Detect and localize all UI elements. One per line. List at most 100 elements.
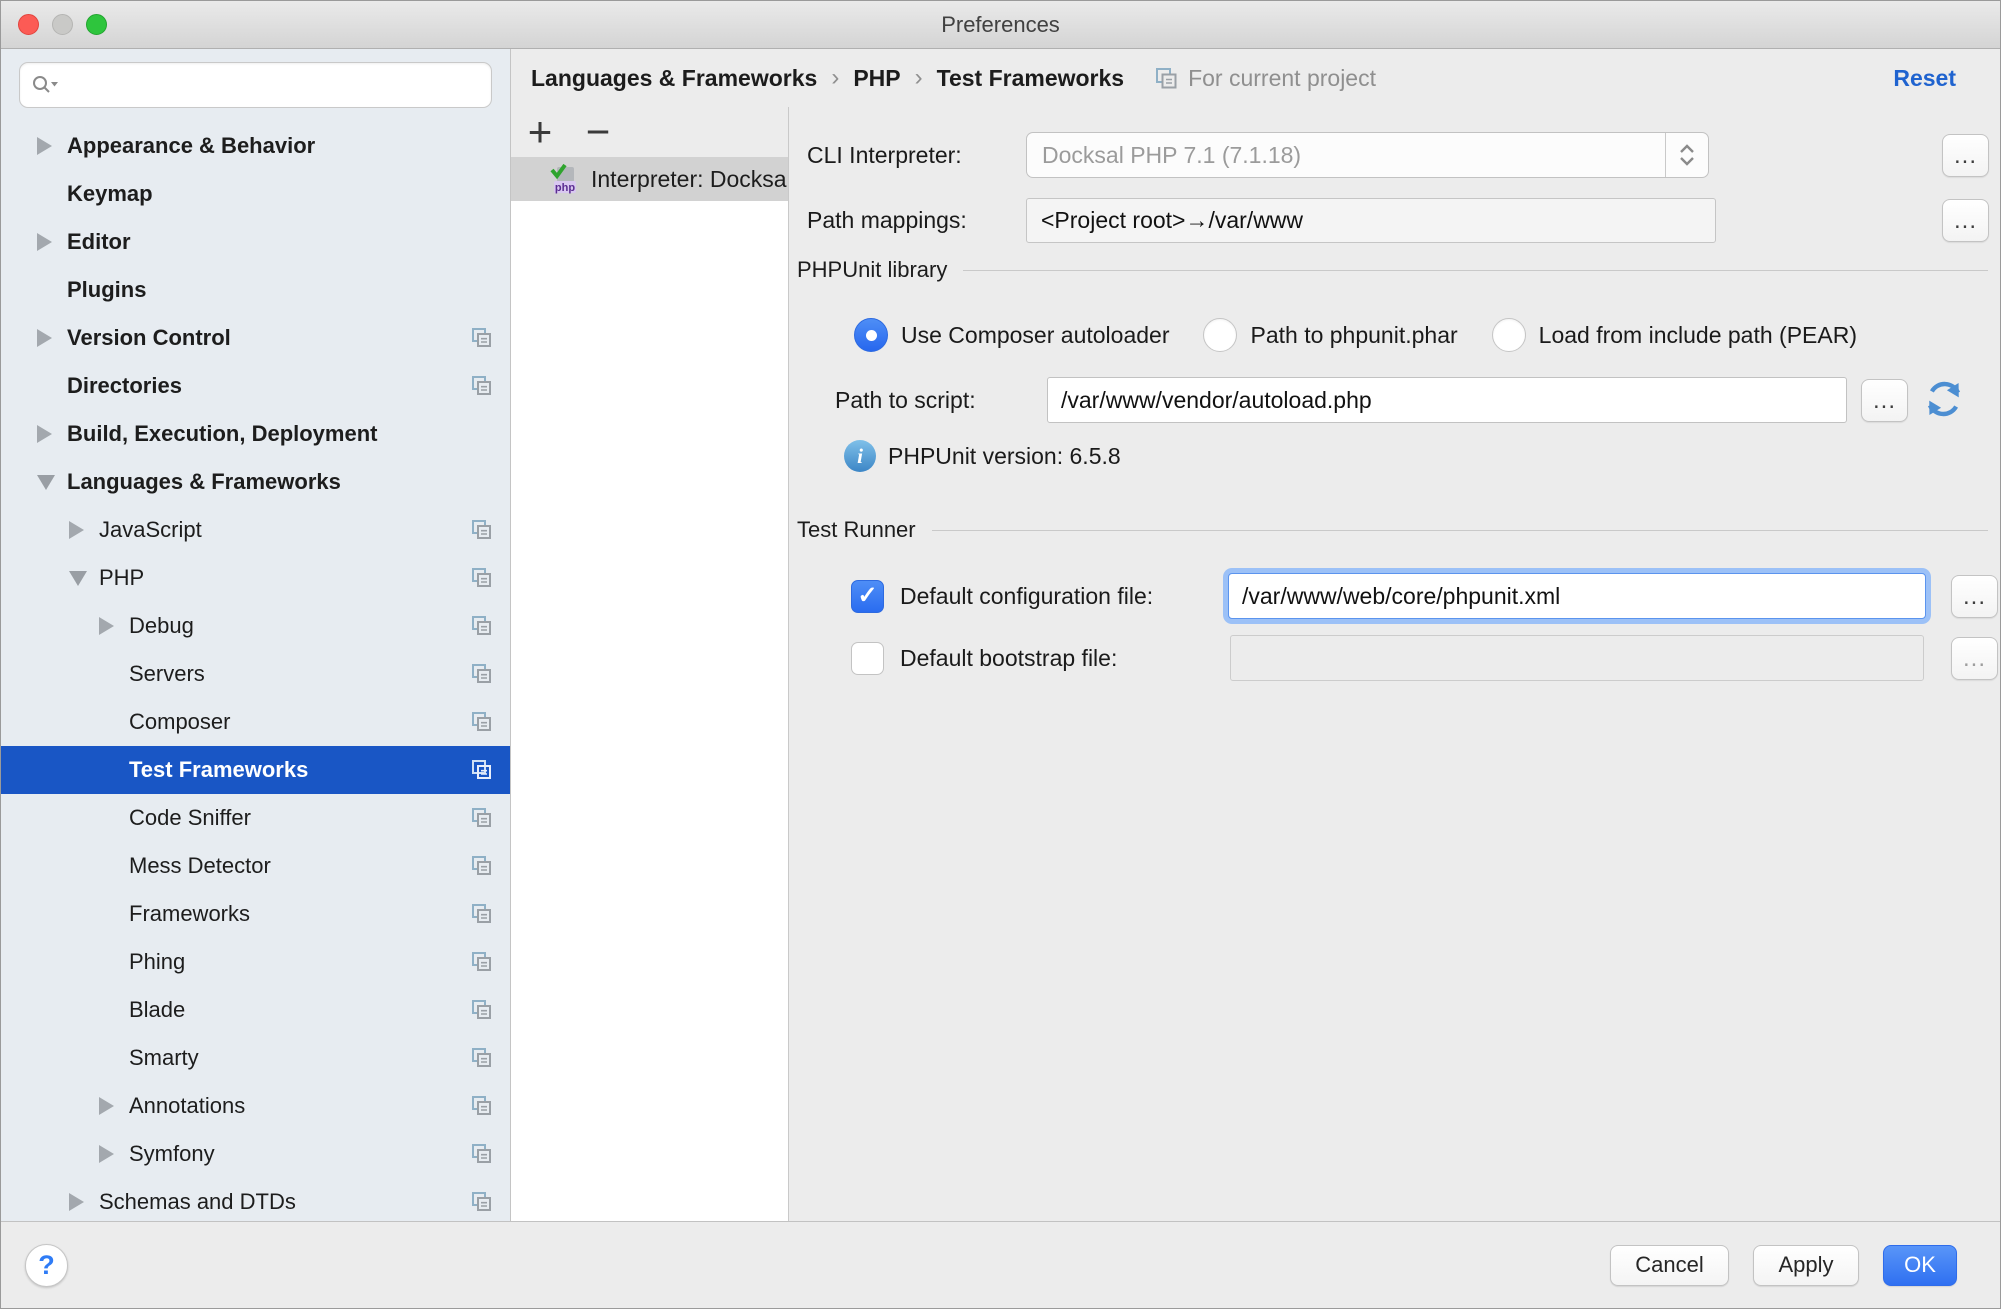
reset-link[interactable]: Reset — [1893, 65, 1956, 92]
settings-tree: Appearance & Behavior Keymap Editor Plugins… — [1, 122, 510, 1221]
project-scope-label: For current project — [1188, 65, 1376, 92]
apply-button[interactable]: Apply — [1753, 1245, 1859, 1286]
interpreter-list-item[interactable]: php Interpreter: Docksal PHP 7.1 — [511, 157, 788, 201]
preferences-window: Preferences Appearance & Behavior Keymap E… — [0, 0, 2001, 1309]
chevron-right-icon[interactable] — [37, 233, 67, 251]
sidebar-item-composer[interactable]: Composer — [1, 698, 510, 746]
default-configuration-browse-button[interactable]: ... — [1951, 575, 1998, 618]
sidebar-item-blade[interactable]: Blade — [1, 986, 510, 1034]
breadcrumb-test-frameworks[interactable]: Test Frameworks — [937, 65, 1124, 92]
default-configuration-input[interactable] — [1228, 573, 1926, 619]
remove-interpreter-button[interactable]: − — [583, 112, 613, 152]
radio-option-load-from-include-path-pear[interactable]: Load from include path (PEAR) — [1492, 318, 1857, 352]
chevron-right-icon[interactable] — [99, 617, 129, 635]
chevron-right-icon[interactable] — [69, 1193, 99, 1211]
project-level-icon — [470, 1094, 494, 1118]
sidebar-item-label: PHP — [99, 565, 144, 591]
chevron-down-icon[interactable] — [37, 475, 67, 490]
path-to-script-input[interactable] — [1047, 377, 1847, 423]
radio-option-use-composer-autoloader[interactable]: Use Composer autoloader — [854, 318, 1169, 352]
close-button[interactable] — [18, 14, 39, 35]
project-level-icon — [470, 806, 494, 830]
sidebar-item-label: Appearance & Behavior — [67, 133, 315, 159]
cli-interpreter-select[interactable]: Docksal PHP 7.1 (7.1.18) — [1026, 132, 1709, 178]
chevron-right-icon[interactable] — [69, 521, 99, 539]
sidebar-item-label: Editor — [67, 229, 131, 255]
ok-button[interactable]: OK — [1883, 1245, 1957, 1286]
sidebar-item-build-execution-deployment[interactable]: Build, Execution, Deployment — [1, 410, 510, 458]
radio-label: Path to phpunit.phar — [1250, 322, 1457, 349]
breadcrumb-languages-frameworks[interactable]: Languages & Frameworks — [531, 65, 817, 92]
project-level-icon — [470, 1142, 494, 1166]
radio-option-path-to-phpunit-phar[interactable]: Path to phpunit.phar — [1203, 318, 1457, 352]
sidebar-item-schemas-and-dtds[interactable]: Schemas and DTDs — [1, 1178, 510, 1221]
default-bootstrap-input[interactable] — [1230, 635, 1924, 681]
default-bootstrap-browse-button[interactable]: ... — [1951, 637, 1998, 680]
sidebar-item-code-sniffer[interactable]: Code Sniffer — [1, 794, 510, 842]
sidebar-item-symfony[interactable]: Symfony — [1, 1130, 510, 1178]
sidebar-item-appearance-behavior[interactable]: Appearance & Behavior — [1, 122, 510, 170]
minimize-button[interactable] — [52, 14, 73, 35]
search-box[interactable] — [19, 62, 492, 108]
sidebar-item-annotations[interactable]: Annotations — [1, 1082, 510, 1130]
radio-label: Load from include path (PEAR) — [1539, 322, 1857, 349]
cli-interpreter-stepper[interactable] — [1665, 133, 1708, 177]
sidebar-item-label: Annotations — [129, 1093, 245, 1119]
add-interpreter-button[interactable]: + — [525, 112, 555, 152]
chevron-down-icon[interactable] — [69, 571, 99, 586]
chevron-right-icon[interactable] — [99, 1145, 129, 1163]
cli-interpreter-browse-button[interactable]: ... — [1942, 134, 1989, 177]
project-level-icon — [470, 758, 494, 782]
project-level-icon — [470, 326, 494, 350]
sidebar-item-editor[interactable]: Editor — [1, 218, 510, 266]
settings-search-input[interactable] — [66, 72, 481, 98]
default-bootstrap-checkbox[interactable] — [851, 642, 884, 675]
chevron-right-icon[interactable] — [37, 425, 67, 443]
breadcrumb: Languages & Frameworks › PHP › Test Fram… — [511, 49, 2000, 107]
sidebar-item-mess-detector[interactable]: Mess Detector — [1, 842, 510, 890]
sidebar-item-label: Keymap — [67, 181, 153, 207]
title-bar: Preferences — [1, 1, 2000, 49]
sidebar-item-test-frameworks[interactable]: Test Frameworks — [1, 746, 510, 794]
interpreter-list-item-label: Interpreter: Docksal PHP 7.1 — [591, 166, 788, 193]
sidebar-item-javascript[interactable]: JavaScript — [1, 506, 510, 554]
sidebar-item-languages-frameworks[interactable]: Languages & Frameworks — [1, 458, 510, 506]
sidebar-item-servers[interactable]: Servers — [1, 650, 510, 698]
search-icon — [30, 73, 60, 97]
project-level-icon — [470, 950, 494, 974]
project-level-icon — [470, 854, 494, 878]
sidebar-item-smarty[interactable]: Smarty — [1, 1034, 510, 1082]
help-button[interactable]: ? — [25, 1244, 68, 1287]
default-configuration-checkbox[interactable] — [851, 580, 884, 613]
path-mappings-field[interactable]: <Project root>→/var/www — [1026, 198, 1716, 243]
radio-path-to-phpunit-phar[interactable] — [1203, 318, 1237, 352]
chevron-right-icon[interactable] — [99, 1097, 129, 1115]
chevron-right-icon[interactable] — [37, 329, 67, 347]
sidebar-item-debug[interactable]: Debug — [1, 602, 510, 650]
sidebar-item-plugins[interactable]: Plugins — [1, 266, 510, 314]
path-to-script-browse-button[interactable]: ... — [1861, 379, 1908, 422]
chevron-right-icon[interactable] — [37, 137, 67, 155]
sidebar-item-php[interactable]: PHP — [1, 554, 510, 602]
cancel-button[interactable]: Cancel — [1610, 1245, 1729, 1286]
project-level-icon — [470, 1190, 494, 1214]
sidebar-item-phing[interactable]: Phing — [1, 938, 510, 986]
path-mappings-browse-button[interactable]: ... — [1942, 199, 1989, 242]
sidebar-item-frameworks[interactable]: Frameworks — [1, 890, 510, 938]
reload-phpunit-icon[interactable] — [1922, 377, 1966, 421]
test-runner-section-title: Test Runner — [797, 517, 916, 543]
radio-load-from-include-path-pear[interactable] — [1492, 318, 1526, 352]
sidebar-item-keymap[interactable]: Keymap — [1, 170, 510, 218]
radio-use-composer-autoloader[interactable] — [854, 318, 888, 352]
default-bootstrap-label: Default bootstrap file: — [900, 645, 1117, 672]
zoom-button[interactable] — [86, 14, 107, 35]
sidebar-item-version-control[interactable]: Version Control — [1, 314, 510, 362]
project-level-icon — [470, 710, 494, 734]
phpunit-version-text: PHPUnit version: 6.5.8 — [888, 443, 1121, 470]
sidebar-item-label: Phing — [129, 949, 185, 975]
breadcrumb-php[interactable]: PHP — [853, 65, 900, 92]
interpreter-list-toolbar: + − — [511, 107, 788, 157]
breadcrumb-separator: › — [831, 64, 839, 92]
project-level-icon — [470, 998, 494, 1022]
sidebar-item-directories[interactable]: Directories — [1, 362, 510, 410]
